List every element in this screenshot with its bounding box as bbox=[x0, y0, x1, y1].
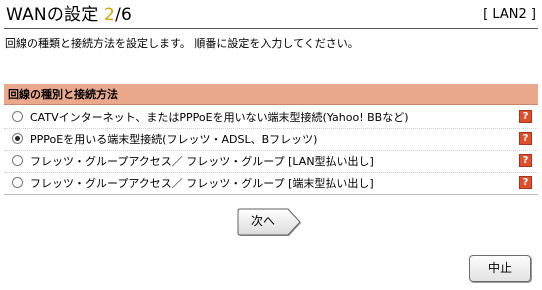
next-button[interactable]: 次へ bbox=[237, 206, 303, 238]
help-icon[interactable]: ? bbox=[519, 176, 532, 189]
help-icon[interactable]: ? bbox=[519, 110, 532, 123]
page-title: WANの設定 2/6 bbox=[6, 3, 132, 27]
interface-badge: [ LAN2 ] bbox=[483, 7, 536, 22]
connection-type-options: CATVインターネット、またはPPPoEを用いない端末型接続(Yahoo! BB… bbox=[4, 107, 538, 195]
cancel-button[interactable]: 中止 bbox=[469, 255, 531, 282]
header-divider bbox=[4, 28, 538, 29]
radio-catv[interactable] bbox=[12, 111, 23, 122]
current-step-number: 2 bbox=[104, 5, 116, 25]
radio-group-terminal[interactable] bbox=[12, 177, 23, 188]
radio-group-lan[interactable] bbox=[12, 155, 23, 166]
option-label-group-lan[interactable]: フレッツ・グループアクセス／ フレッツ・グループ [LAN型払い出し] bbox=[30, 154, 374, 169]
next-button-label: 次へ bbox=[251, 214, 276, 228]
option-label-pppoe[interactable]: PPPoEを用いる端末型接続(フレッツ・ADSL、Bフレッツ) bbox=[30, 132, 317, 147]
option-row-group-terminal[interactable]: フレッツ・グループアクセス／ フレッツ・グループ [端末型払い出し] ? bbox=[4, 173, 538, 195]
page-title-text: WANの設定 bbox=[6, 5, 105, 25]
option-label-group-terminal[interactable]: フレッツ・グループアクセス／ フレッツ・グループ [端末型払い出し] bbox=[30, 176, 374, 191]
option-row-group-lan[interactable]: フレッツ・グループアクセス／ フレッツ・グループ [LAN型払い出し] ? bbox=[4, 151, 538, 173]
option-row-catv[interactable]: CATVインターネット、またはPPPoEを用いない端末型接続(Yahoo! BB… bbox=[4, 107, 538, 129]
radio-pppoe[interactable] bbox=[12, 133, 23, 144]
option-row-pppoe[interactable]: PPPoEを用いる端末型接続(フレッツ・ADSL、Bフレッツ) ? bbox=[4, 129, 538, 151]
help-icon[interactable]: ? bbox=[519, 132, 532, 145]
instruction-text: 回線の種類と接続方法を設定します。 順番に設定を入力してください。 bbox=[5, 37, 359, 50]
option-label-catv[interactable]: CATVインターネット、またはPPPoEを用いない端末型接続(Yahoo! BB… bbox=[30, 110, 409, 125]
section-header: 回線の種別と接続方法 bbox=[4, 84, 538, 105]
total-steps: /6 bbox=[115, 5, 133, 25]
help-icon[interactable]: ? bbox=[519, 154, 532, 167]
page-header: WANの設定 2/6 [ LAN2 ] bbox=[4, 3, 538, 27]
